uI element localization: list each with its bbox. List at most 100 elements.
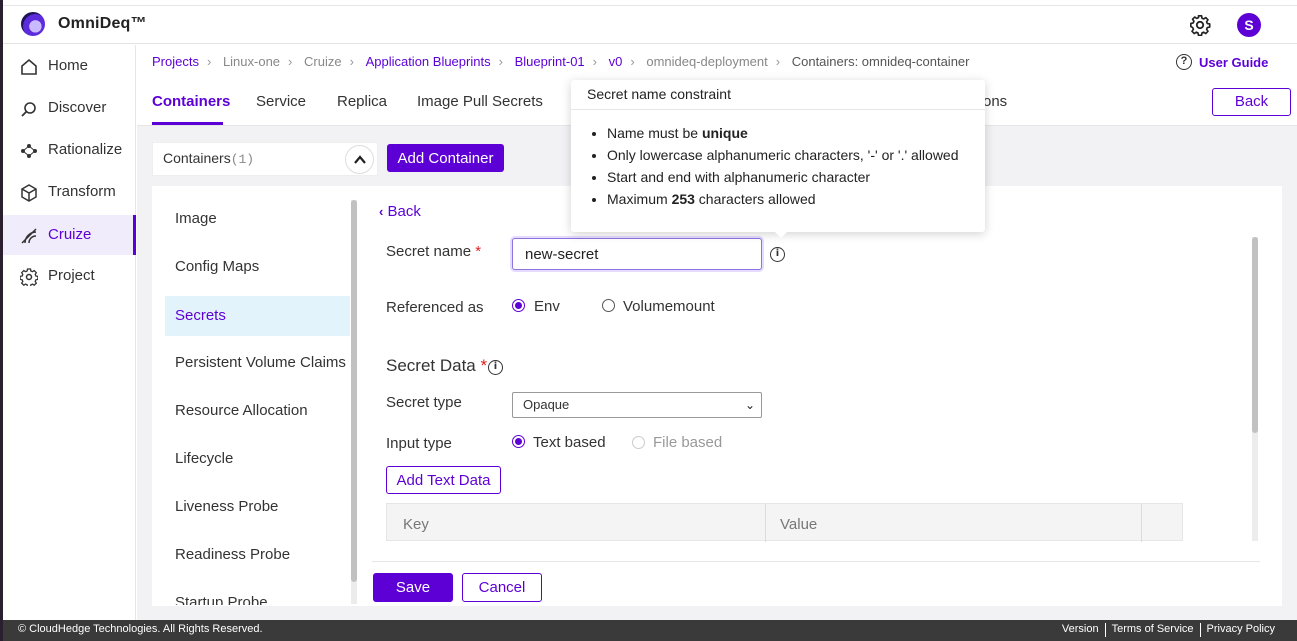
containers-label: Containers [163, 150, 231, 166]
containers-count: (1) [230, 152, 255, 167]
tab-image-pull-secrets[interactable]: Image Pull Secrets [417, 93, 543, 110]
secret-name-label-text: Secret name [386, 243, 472, 260]
secret-data-title-text: Secret Data [386, 356, 476, 375]
sidebar-item-discover[interactable]: Discover [3, 88, 136, 128]
radio-volumemount-label: Volumemount [623, 298, 715, 315]
list-item-pvc[interactable]: Persistent Volume Claims [165, 339, 350, 379]
sidebar-item-home[interactable]: Home [3, 46, 136, 86]
breadcrumb-blueprint[interactable]: Blueprint-01 [515, 54, 585, 69]
sidebar-item-transform[interactable]: Transform [3, 172, 136, 212]
active-tab-indicator [152, 122, 223, 125]
sidebar: Home Discover Rationalize Transform Crui… [3, 45, 136, 620]
sidebar-item-label: Rationalize [48, 141, 123, 158]
tooltip-item: Name must be unique [607, 124, 959, 146]
footer-link-version[interactable]: Version [1056, 623, 1105, 637]
radio-volumemount[interactable] [602, 299, 615, 312]
save-button[interactable]: Save [373, 573, 453, 602]
omnideq-logo-icon [21, 12, 45, 36]
secret-name-label: Secret name * [386, 243, 481, 260]
tab-hidden-partial[interactable]: ons [983, 93, 1007, 110]
list-item-lifecycle[interactable]: Lifecycle [165, 435, 350, 475]
tooltip-item: Maximum 253 characters allowed [607, 190, 959, 212]
radio-env-label: Env [534, 298, 560, 315]
tab-replica[interactable]: Replica [337, 93, 387, 110]
sidebar-item-label: Project [48, 267, 95, 284]
list-item-config-maps[interactable]: Config Maps [165, 243, 350, 283]
tab-containers[interactable]: Containers [152, 93, 230, 110]
list-item-label: Lifecycle [175, 450, 234, 467]
tooltip-text: characters allowed [694, 191, 816, 207]
app-header: OmniDeq™ S [3, 6, 1297, 44]
user-guide-link[interactable]: ? User Guide [1176, 54, 1268, 70]
tooltip-text: Only lowercase alphanumeric characters, … [607, 147, 959, 163]
form-scrollbar[interactable] [1252, 237, 1258, 541]
user-guide-label: User Guide [1199, 54, 1269, 70]
form-back-link[interactable]: ‹ Back [379, 203, 421, 220]
list-item-startup-probe[interactable]: Startup Probe [165, 579, 350, 605]
list-item-resource-allocation[interactable]: Resource Allocation [165, 387, 350, 427]
scrollbar-thumb[interactable] [351, 200, 357, 582]
chevron-right-icon: › [592, 54, 598, 69]
breadcrumb-application-blueprints[interactable]: Application Blueprints [366, 54, 491, 69]
copyright-text: © CloudHedge Technologies. All Rights Re… [18, 623, 263, 635]
sidebar-item-label: Discover [48, 99, 107, 116]
sidebar-item-project[interactable]: Project [3, 256, 136, 296]
back-button[interactable]: Back [1212, 88, 1291, 116]
breadcrumb: Projects › Linux-one › Cruize › Application… [152, 54, 970, 69]
add-text-data-button[interactable]: Add Text Data [386, 466, 501, 494]
sidebar-item-rationalize[interactable]: Rationalize [3, 130, 136, 170]
table-divider [765, 504, 766, 542]
sidebar-item-label: Home [48, 57, 89, 74]
settings-gear-icon[interactable] [1189, 14, 1211, 36]
cube-icon [21, 184, 37, 202]
radio-env[interactable] [512, 299, 525, 312]
breadcrumb-projects[interactable]: Projects [152, 54, 199, 69]
tooltip-item: Start and end with alphanumeric characte… [607, 168, 959, 190]
sidebar-item-label: Transform [48, 183, 116, 200]
tooltip-title: Secret name constraint [587, 86, 731, 102]
list-item-image[interactable]: Image [165, 195, 350, 235]
add-container-button[interactable]: Add Container [387, 144, 504, 172]
page-footer: © CloudHedge Technologies. All Rights Re… [3, 620, 1297, 641]
list-item-label: Image [175, 210, 217, 227]
chevron-right-icon: › [206, 54, 212, 69]
radio-file-based[interactable] [632, 436, 645, 449]
tab-service[interactable]: Service [256, 93, 306, 110]
rationalize-icon [21, 144, 37, 158]
list-item-label: Liveness Probe [175, 498, 279, 515]
list-item-readiness-probe[interactable]: Readiness Probe [165, 531, 350, 571]
collapse-button[interactable] [345, 145, 374, 174]
secret-name-input[interactable] [512, 238, 762, 270]
list-item-secrets[interactable]: Secrets [165, 296, 350, 336]
tooltip-bold: 253 [671, 191, 695, 207]
user-avatar[interactable]: S [1237, 13, 1261, 37]
form-back-label: Back [387, 203, 421, 220]
radio-text-based[interactable] [512, 435, 525, 448]
chevron-right-icon: › [349, 54, 354, 69]
sidebar-item-cruize[interactable]: Cruize [3, 215, 136, 255]
tooltip-item: Only lowercase alphanumeric characters, … [607, 146, 959, 168]
breadcrumb-linux-one: Linux-one [222, 54, 281, 69]
referenced-as-label: Referenced as [386, 299, 484, 316]
secret-name-info-icon[interactable]: i [770, 247, 785, 262]
breadcrumb-version[interactable]: v0 [609, 54, 623, 69]
scrollbar-thumb[interactable] [1252, 237, 1258, 433]
cancel-button[interactable]: Cancel [462, 573, 542, 602]
footer-link-privacy[interactable]: Privacy Policy [1201, 623, 1281, 637]
help-circle-icon: ? [1176, 54, 1192, 70]
list-item-liveness-probe[interactable]: Liveness Probe [165, 483, 350, 523]
input-type-label: Input type [386, 435, 452, 452]
list-item-label: Config Maps [175, 258, 260, 275]
breadcrumb-current: Containers: omnideq-container [791, 54, 970, 69]
chevron-right-icon: › [288, 54, 293, 69]
footer-link-terms[interactable]: Terms of Service [1106, 623, 1200, 637]
required-marker: * [480, 356, 488, 375]
list-item-label: Secrets [175, 307, 226, 324]
section-list-scrollbar[interactable] [351, 200, 357, 604]
secret-data-title: Secret Data * [386, 356, 487, 376]
list-item-label: Persistent Volume Claims [175, 354, 346, 371]
secret-type-select[interactable]: Opaque ⌄ [512, 392, 762, 418]
secret-data-info-icon[interactable]: i [488, 360, 503, 375]
list-item-label: Startup Probe [175, 594, 268, 605]
gear-icon [20, 268, 38, 286]
